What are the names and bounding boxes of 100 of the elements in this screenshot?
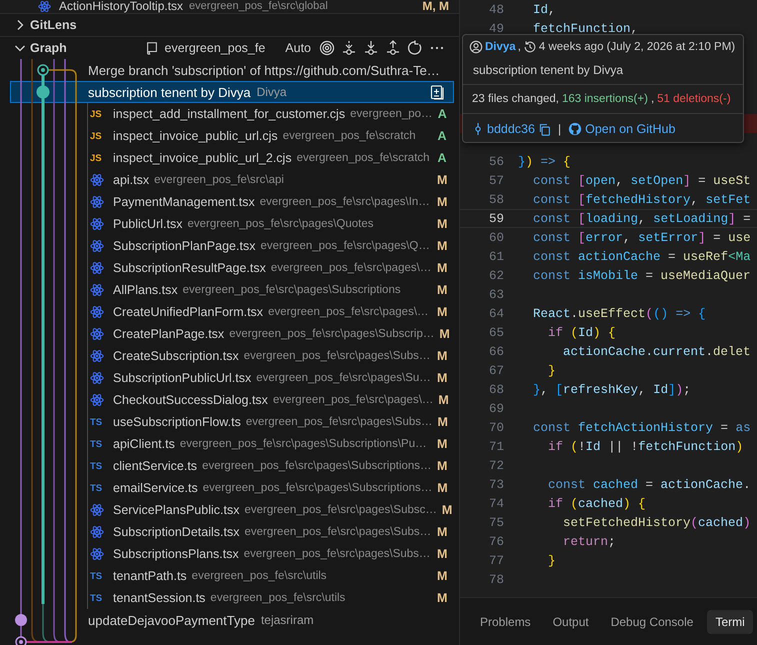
file-status: M, M: [422, 0, 449, 13]
commit-row[interactable]: updateDejavooPaymentType tejasriram: [10, 609, 454, 631]
file-name: inspect_invoice_public_url_2.cjs: [113, 151, 292, 165]
commit-row[interactable]: subscription tenent by Divya Divya: [10, 81, 454, 103]
file-name: SubscriptionDetails.tsx: [113, 525, 240, 539]
code-line: const isMobile = useMediaQuer: [532, 268, 751, 282]
history-icon: [522, 40, 537, 54]
react-icon: [90, 173, 104, 187]
section-header[interactable]: Graph evergreen_pos_fe Auto: [0, 36, 459, 59]
line-number: 64: [488, 306, 504, 320]
file-name: ServicePlansPublic.tsx: [113, 503, 240, 517]
file-status: A: [437, 129, 447, 143]
file-type-label: JS: [90, 108, 103, 120]
open-on-github-link[interactable]: Open on GitHub: [585, 122, 676, 136]
file-row[interactable]: TS tenantSession.ts evergreen_pos_fe\src\utils M: [88, 587, 459, 609]
file-row[interactable]: TS emailService.ts evergreen_pos_fe\src\pages\Subscriptions… M: [88, 477, 459, 499]
line-number: 72: [488, 458, 504, 472]
file-path: evergreen_pos_fe\src\pages\Subscriptions…: [202, 460, 432, 472]
github-icon: [568, 122, 582, 136]
panel-tab[interactable]: Termi: [707, 610, 753, 634]
file-type-label: TS: [90, 570, 104, 582]
file-row[interactable]: CreateSubscription.tsx evergreen_pos_fe\src\pages\Subs… M: [88, 345, 459, 367]
file-row[interactable]: TS apiClient.ts evergreen_pos_fe\src\pages\Subscriptions\Pu… M: [88, 433, 459, 455]
file-plus-icon[interactable]: [429, 84, 445, 100]
refresh-icon[interactable]: [407, 40, 423, 56]
file-status: M: [437, 547, 447, 561]
mode-label[interactable]: Auto: [285, 41, 311, 55]
file-path: evergreen_pos_fe\src\pages\Subscrip…: [229, 328, 434, 340]
file-row[interactable]: CheckoutSuccessDialog.tsx evergreen_pos_fe\src\pages\… M: [88, 389, 459, 411]
panel-tab[interactable]: Problems: [472, 610, 539, 634]
file-status: A: [437, 151, 447, 165]
file-row[interactable]: JS inspect_invoice_public_url.cjs evergreen_pos_fe\scratch A: [88, 125, 459, 147]
file-path: evergreen_pos_fe\src\utils: [210, 592, 346, 604]
file-status: M: [438, 415, 448, 429]
file-row[interactable]: SubscriptionsPlans.tsx evergreen_pos_fe\src\pages\Subs… M: [88, 543, 459, 565]
line-number: 59: [488, 212, 504, 226]
file-row[interactable]: CreateUnifiedPlanForm.tsx evergreen_pos_fe\src\pages\… M: [88, 301, 459, 323]
file-row[interactable]: api.tsx evergreen_pos_fe\src\api M: [88, 169, 459, 191]
code-line: React.useEffect(() => {: [532, 306, 706, 320]
react-icon: [90, 393, 104, 407]
commit-dot: [15, 614, 27, 626]
push-icon[interactable]: [385, 40, 401, 56]
code-line: const cached = actionCache.: [547, 478, 751, 492]
insertions-count: 163 insertions(+): [562, 93, 648, 105]
code-line: }) => {: [518, 154, 571, 168]
panel-tab[interactable]: Output: [544, 610, 597, 634]
file-row[interactable]: PaymentManagement.tsx evergreen_pos_fe\src\pages\In… M: [88, 191, 459, 213]
file-name: PublicUrl.tsx: [113, 217, 182, 231]
file-name: apiClient.ts: [113, 437, 175, 451]
repository-name[interactable]: evergreen_pos_fe: [164, 41, 266, 55]
line-number: 74: [488, 496, 504, 510]
code-line: const actionCache = useRef<Ma: [532, 250, 751, 264]
file-type-label: TS: [90, 592, 104, 604]
file-status: M: [437, 591, 447, 605]
file-row[interactable]: TS tenantPath.ts evergreen_pos_fe\src\utils M: [88, 565, 459, 587]
file-row[interactable]: SubscriptionPlanPage.tsx evergreen_pos_fe\src\pages\Q… M: [88, 235, 459, 257]
file-path: evergreen_pos_fe\src\pages\Quotes: [187, 218, 375, 230]
file-path: evergreen_pos_fe\src\pages\Su…: [256, 372, 432, 384]
file-path: evergreen_po…: [350, 108, 433, 120]
file-row[interactable]: SubscriptionPublicUrl.tsx evergreen_pos_fe\src\pages\Su… M: [88, 367, 459, 389]
copy-icon[interactable]: [538, 122, 551, 136]
file-name: tenantSession.ts: [113, 591, 206, 605]
file-name: CreatePlanPage.tsx: [113, 327, 224, 341]
commit-sha-link[interactable]: bdddc36: [487, 122, 535, 136]
file-name[interactable]: ActionHistoryTooltip.tsx: [59, 0, 184, 13]
line-number: 62: [488, 268, 504, 282]
code-line: if (!Id || !fetchFunction): [547, 440, 744, 454]
file-row[interactable]: CreatePlanPage.tsx evergreen_pos_fe\src\pages\Subscrip… M: [88, 323, 459, 345]
file-row[interactable]: JS inspect_invoice_public_url_2.cjs evergreen_pos_fe\scratch A: [88, 147, 459, 169]
code-line: if (cached) {: [547, 496, 646, 510]
target-icon[interactable]: [319, 40, 335, 56]
section-header[interactable]: GitLens: [0, 13, 459, 36]
file-status: M: [437, 283, 447, 297]
fetch-icon[interactable]: [341, 40, 357, 56]
author-link[interactable]: Divya: [485, 41, 516, 53]
file-row[interactable]: SubscriptionDetails.tsx evergreen_pos_fe\src\pages\Subs… M: [88, 521, 459, 543]
file-row[interactable]: JS inspect_add_installment_for_customer.cjs evergreen_po… A: [88, 103, 459, 125]
separator: |: [558, 122, 562, 136]
file-status: A: [438, 107, 447, 121]
file-row[interactable]: AllPlans.tsx evergreen_pos_fe\src\pages\Subscriptions M: [88, 279, 459, 301]
code-line: const [error, setError] = use: [532, 230, 751, 244]
file-row[interactable]: PublicUrl.tsx evergreen_pos_fe\src\pages\Quotes M: [88, 213, 459, 235]
file-name: inspect_add_installment_for_customer.cjs: [113, 107, 346, 121]
panel-tab[interactable]: Debug Console: [602, 610, 702, 634]
commit-author: Divya: [256, 85, 287, 99]
file-status: M: [437, 481, 448, 495]
file-name: CreateUnifiedPlanForm.tsx: [113, 305, 264, 319]
commit-row[interactable]: Merge branch 'subscription' of https://github.com/Suthra-Te…: [10, 59, 454, 81]
file-name: SubscriptionPlanPage.tsx: [113, 239, 256, 253]
pull-icon[interactable]: [363, 40, 379, 56]
file-status: M: [437, 195, 447, 209]
file-type-label: JS: [90, 152, 103, 164]
line-number: 57: [488, 174, 504, 188]
line-number: 56: [488, 154, 504, 168]
file-row[interactable]: TS clientService.ts evergreen_pos_fe\src\pages\Subscriptions… M: [88, 455, 459, 477]
file-row[interactable]: SubscriptionResultPage.tsx evergreen_pos_fe\src\pages\… M: [88, 257, 459, 279]
file-row[interactable]: ServicePlansPublic.tsx evergreen_pos_fe\src\pages\Subsc… M: [88, 499, 459, 521]
deletions-count: 51 deletions(-): [657, 93, 731, 105]
file-name: emailService.ts: [113, 481, 198, 495]
file-row[interactable]: TS useSubscriptionFlow.ts evergreen_pos_fe\src\pages\Subs… M: [88, 411, 459, 433]
